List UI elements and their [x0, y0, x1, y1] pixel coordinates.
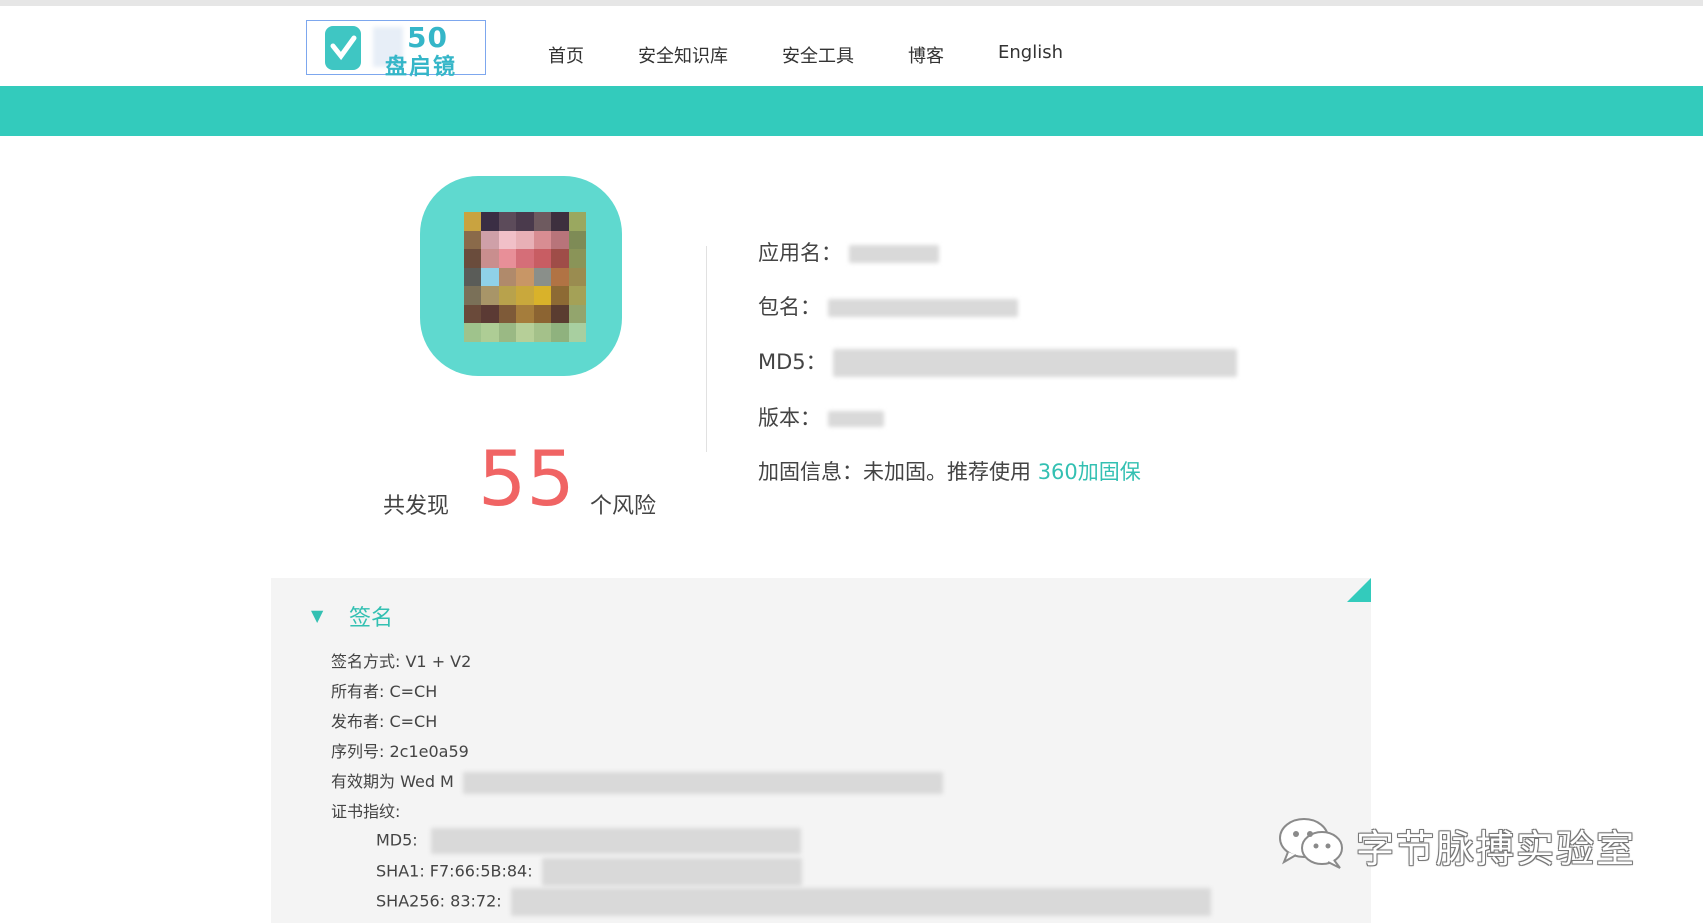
nav-item-knowledge-base[interactable]: 安全知识库	[638, 42, 728, 68]
signature-method: 签名方式: V1 + V2	[331, 652, 472, 671]
site-header: 50 盘启镜 首页 安全知识库 安全工具 博客 English	[0, 6, 1703, 86]
risk-count: 55	[478, 434, 575, 523]
md5-row: MD5：	[758, 346, 1238, 377]
protection-link[interactable]: 360加固保	[1038, 460, 1141, 484]
site-logo[interactable]: 50 盘启镜	[306, 20, 486, 80]
risk-count-suffix: 个风险	[590, 494, 657, 519]
nav-item-home[interactable]: 首页	[548, 42, 584, 68]
fingerprint-md5-label: MD5:	[376, 830, 418, 850]
logo-subtitle: 盘启镜	[385, 55, 458, 80]
signature-title[interactable]: 签名	[349, 600, 393, 632]
divider	[706, 246, 707, 452]
banner-band	[0, 86, 1703, 136]
fingerprint-md5-row: MD5:	[376, 828, 801, 854]
signature-panel: ▼ 签名 签名方式: V1 + V2 所有者: C=CH 发布者: C=CH 序…	[271, 578, 1371, 923]
watermark-text: 字节脉搏实验室	[1356, 827, 1637, 871]
fingerprint-sha256-row: SHA256: 83:72:	[376, 888, 1211, 916]
fingerprint-sha1-label: SHA1: F7:66:5B:84:	[376, 861, 533, 881]
collapse-triangle-icon[interactable]: ▼	[311, 606, 323, 625]
version-redacted	[827, 411, 884, 427]
signature-serial: 序列号: 2c1e0a59	[331, 742, 469, 761]
fingerprint-sha1-redacted	[541, 858, 802, 886]
app-name-label: 应用名：	[758, 241, 842, 265]
protection-label: 加固信息：	[758, 460, 863, 484]
shield-check-icon	[325, 26, 361, 70]
app-icon	[420, 176, 622, 376]
nav-item-blog[interactable]: 博客	[908, 42, 944, 68]
signature-owner: 所有者: C=CH	[331, 682, 438, 701]
fingerprint-sha256-redacted	[510, 888, 1211, 916]
app-name-redacted	[848, 245, 939, 263]
signature-validity: 有效期为 Wed M	[331, 772, 454, 791]
risk-count-prefix: 共发现	[383, 494, 450, 519]
fingerprint-sha256-label: SHA256: 83:72:	[376, 891, 502, 911]
signature-validity-row: 有效期为 Wed M	[331, 768, 943, 794]
fingerprint-md5-redacted	[430, 828, 801, 854]
protection-row: 加固信息：未加固。推荐使用 360加固保	[758, 456, 1141, 486]
nav-item-security-tools[interactable]: 安全工具	[782, 42, 854, 68]
version-row: 版本：	[758, 402, 884, 432]
md5-label: MD5：	[758, 350, 827, 374]
signature-issuer: 发布者: C=CH	[331, 712, 438, 731]
app-name-row: 应用名：	[758, 237, 939, 267]
watermark: 字节脉搏实验室	[1276, 814, 1656, 871]
fingerprint-sha1-row: SHA1: F7:66:5B:84:	[376, 858, 802, 886]
md5-redacted	[833, 349, 1238, 377]
panel-corner-marker	[1347, 578, 1371, 602]
app-icon-pixelated	[464, 212, 586, 342]
package-name-redacted	[827, 299, 1018, 317]
protection-value: 未加固。推荐使用	[863, 460, 1031, 484]
validity-redacted	[462, 771, 943, 794]
wechat-icon	[1279, 818, 1343, 869]
fingerprint-label: 证书指纹:	[331, 802, 401, 821]
version-label: 版本：	[758, 406, 821, 430]
package-name-label: 包名：	[758, 295, 821, 319]
nav-item-english[interactable]: English	[998, 42, 1063, 63]
package-name-row: 包名：	[758, 291, 1018, 321]
